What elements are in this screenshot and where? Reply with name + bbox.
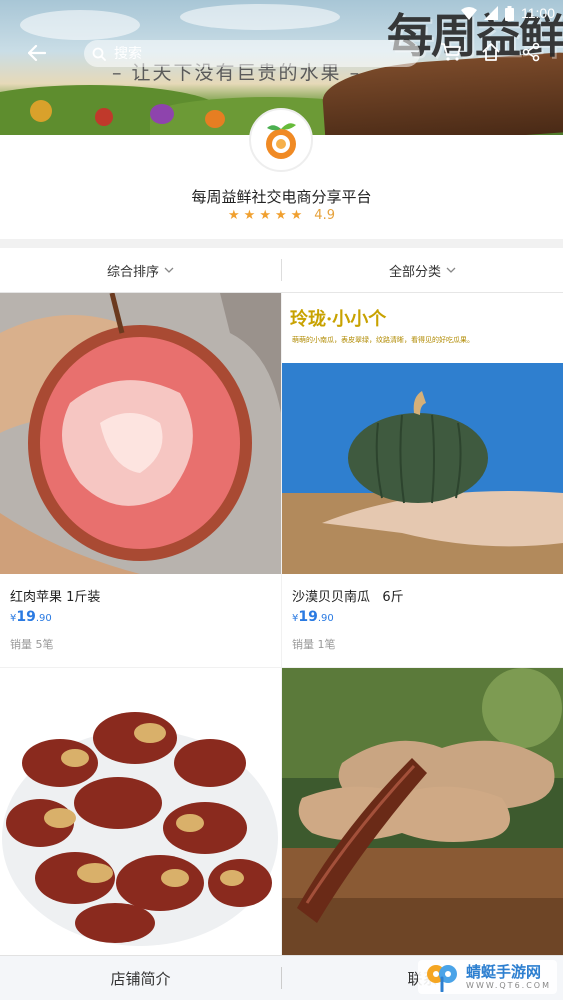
product-price: ¥19.90 bbox=[292, 609, 334, 625]
chevron-down-icon bbox=[446, 267, 456, 273]
shop-header: 每周益鲜社交电商分享平台 ★ ★ ★ ★ ★ 4.9 bbox=[0, 108, 563, 239]
product-card[interactable] bbox=[282, 668, 563, 955]
pumpkin-image-sub: 萌萌的小南瓜，表皮翠绿，纹路清晰，看得见的好吃瓜果。 bbox=[292, 336, 474, 344]
signal-icon bbox=[484, 6, 498, 20]
banner-fruit bbox=[150, 104, 174, 124]
product-card[interactable]: 玲珑·小小个 萌萌的小南瓜，表皮翠绿，纹路清晰，看得见的好吃瓜果。 沙漠贝贝南瓜… bbox=[282, 293, 563, 667]
apple-illustration bbox=[0, 293, 281, 574]
product-image-dates bbox=[0, 668, 281, 955]
share-button[interactable] bbox=[519, 40, 543, 64]
shop-name: 每周益鲜社交电商分享平台 bbox=[191, 188, 372, 206]
banner-cloud bbox=[180, 4, 340, 30]
dragonfly-logo-icon bbox=[427, 965, 458, 992]
cart-button[interactable] bbox=[439, 40, 463, 64]
banner-fruit bbox=[205, 110, 225, 128]
product-card[interactable]: 红肉苹果 1斤装 ¥19.90 销量 5笔 bbox=[0, 293, 281, 667]
watermark-url: WWW.QT6.COM bbox=[466, 980, 551, 990]
chevron-down-icon bbox=[164, 267, 174, 273]
star-icon: ★ bbox=[243, 208, 256, 223]
banner-fruit bbox=[30, 100, 52, 122]
search-icon bbox=[92, 47, 106, 61]
category-dropdown[interactable]: 全部分类 bbox=[282, 261, 563, 280]
top-actions bbox=[439, 40, 543, 64]
star-icon: ★ bbox=[259, 208, 271, 223]
fruit-logo-icon bbox=[266, 123, 296, 159]
product-price: ¥19.90 bbox=[10, 609, 52, 625]
status-bar: 11:00 bbox=[461, 2, 555, 24]
product-sales: 销量 1笔 bbox=[292, 638, 336, 651]
home-icon bbox=[482, 43, 500, 61]
home-button[interactable] bbox=[479, 40, 503, 64]
dates-illustration bbox=[0, 668, 281, 955]
pumpkin-image-headline: 玲珑·小小个 bbox=[290, 309, 387, 330]
share-icon bbox=[522, 42, 540, 62]
star-icon: ★ bbox=[274, 208, 287, 223]
sort-label: 综合排序 bbox=[106, 264, 159, 280]
category-label: 全部分类 bbox=[388, 264, 441, 280]
watermark: 蜻蜓手游网 WWW.QT6.COM bbox=[418, 960, 557, 994]
star-icon: ★ bbox=[228, 208, 240, 223]
shop-rating: ★ ★ ★ ★ ★ 4.9 bbox=[0, 208, 563, 223]
price-decimal: .90 bbox=[35, 613, 52, 624]
price-integer: 19 bbox=[298, 609, 318, 625]
search-input[interactable] bbox=[114, 45, 374, 62]
arrow-left-icon bbox=[28, 45, 46, 61]
battery-icon bbox=[505, 5, 514, 21]
filter-bar: 综合排序 全部分类 bbox=[0, 248, 563, 293]
shop-intro-tab[interactable]: 店铺简介 bbox=[0, 968, 281, 989]
price-decimal: .90 bbox=[317, 613, 334, 624]
star-icon: ★ bbox=[290, 208, 303, 223]
product-card[interactable] bbox=[0, 668, 281, 955]
sort-dropdown[interactable]: 综合排序 bbox=[0, 261, 281, 280]
banner-fruit bbox=[95, 108, 113, 126]
cart-icon bbox=[441, 43, 461, 61]
price-integer: 19 bbox=[16, 609, 36, 625]
product-title: 红肉苹果 1斤装 bbox=[10, 590, 101, 605]
watermark-name: 蜻蜓手游网 bbox=[466, 963, 542, 982]
product-sales: 销量 5笔 bbox=[10, 638, 54, 651]
back-button[interactable] bbox=[22, 38, 52, 68]
tamarind-illustration bbox=[282, 668, 563, 955]
product-title: 沙漠贝贝南瓜 6斤 bbox=[292, 590, 404, 605]
banner-cloud bbox=[20, 10, 140, 40]
wifi-icon bbox=[461, 6, 477, 20]
status-time: 11:00 bbox=[521, 5, 555, 21]
product-image-apple bbox=[0, 293, 281, 574]
search-bar[interactable] bbox=[84, 40, 420, 67]
shop-logo bbox=[249, 108, 313, 172]
rating-score: 4.9 bbox=[314, 208, 335, 223]
product-image-pumpkin: 玲珑·小小个 萌萌的小南瓜，表皮翠绿，纹路清晰，看得见的好吃瓜果。 bbox=[282, 293, 563, 574]
product-image-tamarind bbox=[282, 668, 563, 955]
